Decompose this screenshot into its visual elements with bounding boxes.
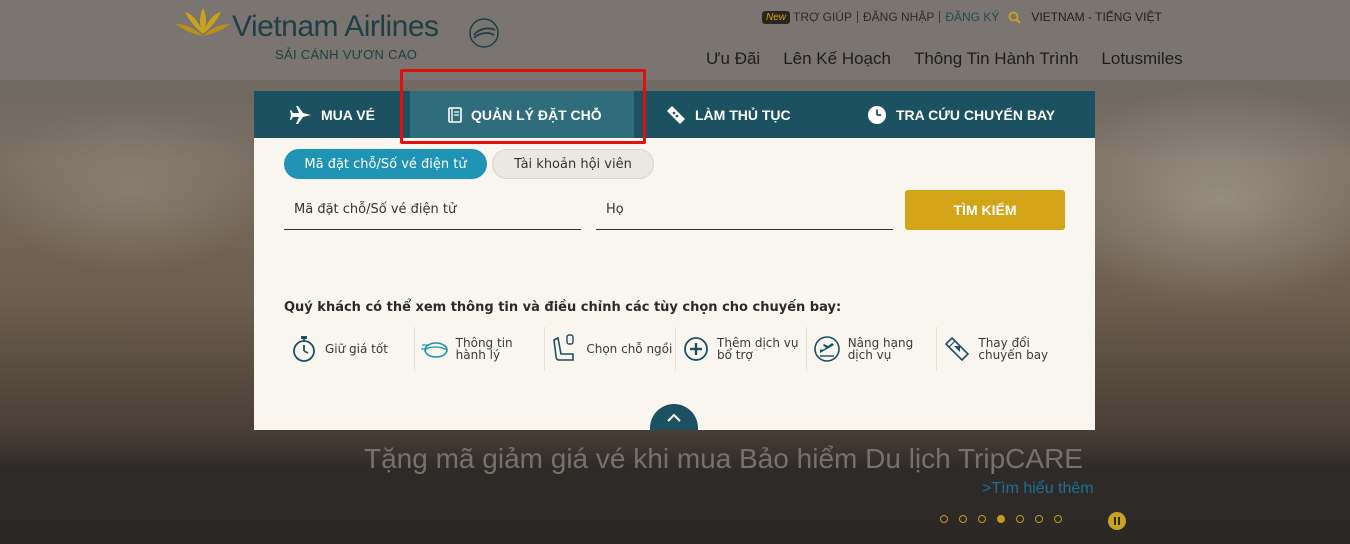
carousel-dot[interactable] [1054, 515, 1062, 523]
option-upgrade[interactable]: Nâng hạng dịch vụ [807, 327, 938, 371]
last-name-input[interactable]: Họ [596, 194, 893, 230]
option-label: Thông tin hành lý [455, 336, 513, 362]
tab-check-in[interactable]: LÀM THỦ TỤC [634, 91, 825, 138]
subtab-booking-code[interactable]: Mã đặt chỗ/Số vé điện tử [284, 149, 487, 179]
booking-widget: MUA VÉ QUẢN LÝ ĐẶT CHỖ LÀM THỦ TỤC TRA C… [254, 91, 1095, 430]
nav-item-plan[interactable]: Lên Kế Hoạch [783, 49, 891, 69]
booking-code-input[interactable]: Mã đặt chỗ/Số vé điện tử [284, 194, 581, 230]
tab-label: MUA VÉ [321, 106, 375, 123]
main-nav: Ưu Đãi Lên Kế Hoạch Thông Tin Hành Trình… [706, 49, 1183, 69]
options-heading: Quý khách có thể xem thông tin và điều c… [284, 300, 842, 315]
carousel-dot[interactable] [1035, 515, 1043, 523]
help-link[interactable]: TRỢ GIÚP [793, 10, 852, 24]
carousel-dot[interactable] [940, 515, 948, 523]
option-baggage-info[interactable]: Thông tin hành lý [415, 327, 546, 371]
nav-item-lotusmiles[interactable]: Lotusmiles [1101, 49, 1182, 69]
language-selector[interactable]: VIETNAM - TIẾNG VIỆT [1031, 10, 1161, 24]
carousel-pause-button[interactable] [1108, 512, 1126, 530]
nav-item-travel-info[interactable]: Thông Tin Hành Trình [914, 49, 1078, 69]
option-add-services[interactable]: Thêm dịch vụ bổ trợ [676, 327, 807, 371]
tab-flight-status[interactable]: TRA CỨU CHUYẾN BAY [825, 91, 1095, 138]
banner-title: Tặng mã giảm giá vé khi mua Bảo hiểm Du … [364, 443, 1083, 474]
carousel-dot[interactable] [997, 515, 1005, 523]
option-seat-selection[interactable]: Chọn chỗ ngồi [545, 327, 677, 371]
tab-label: TRA CỨU CHUYẾN BAY [896, 106, 1056, 123]
lotus-logo-icon [176, 8, 230, 36]
logo-text: Vietnam Airlines [232, 10, 439, 43]
search-button[interactable]: TÌM KIẾM [905, 190, 1065, 230]
option-label: Thay đổi chuyến bay [978, 336, 1049, 362]
learn-more-link[interactable]: >Tìm hiểu thêm [982, 480, 1094, 498]
seat-icon [550, 334, 580, 364]
change-ticket-icon [942, 335, 972, 363]
nav-item-offers[interactable]: Ưu Đãi [706, 49, 760, 69]
option-label: Nâng hạng dịch vụ [847, 336, 914, 362]
search-icon[interactable] [1008, 11, 1022, 24]
login-link[interactable]: ĐĂNG NHẬP [863, 10, 934, 24]
carousel-dot[interactable] [959, 515, 967, 523]
carousel-dot[interactable] [978, 515, 986, 523]
booking-options: Giữ giá tốt Thông tin hành lý Chọn chỗ n… [284, 327, 1068, 371]
stopwatch-icon [289, 335, 319, 363]
utility-links: New TRỢ GIÚP ĐĂNG NHẬP ĐĂNG KÝ VIETNAM -… [762, 8, 1162, 26]
chevron-up-icon [667, 413, 681, 422]
site-header: Vietnam Airlines SẢI CÁNH VƯƠN CAO New T… [0, 0, 1350, 80]
option-label: Giữ giá tốt [325, 342, 388, 356]
option-label: Chọn chỗ ngồi [586, 342, 673, 356]
option-change-flight[interactable]: Thay đổi chuyến bay [937, 327, 1068, 371]
booking-tabs: MUA VÉ QUẢN LÝ ĐẶT CHỖ LÀM THỦ TỤC TRA C… [254, 91, 1095, 138]
subtab-member-account[interactable]: Tài khoản hội viên [492, 149, 654, 179]
baggage-icon [420, 337, 450, 361]
skyteam-icon [469, 18, 499, 48]
carousel-dot[interactable] [1016, 515, 1024, 523]
pause-icon-bar [1114, 517, 1116, 525]
option-hold-fare[interactable]: Giữ giá tốt [284, 327, 415, 371]
divider [856, 11, 858, 23]
plus-circle-icon [681, 336, 711, 362]
carousel-dots [940, 515, 1073, 523]
divider [939, 11, 941, 23]
lookup-method-toggle: Mã đặt chỗ/Số vé điện tử Tài khoản hội v… [284, 149, 654, 179]
pause-icon-bar [1118, 517, 1120, 525]
tab-buy-ticket[interactable]: MUA VÉ [254, 91, 410, 138]
ticket-icon [666, 105, 686, 125]
tab-label: LÀM THỦ TỤC [695, 106, 791, 123]
plane-icon [290, 105, 312, 124]
collapse-widget-button[interactable] [650, 404, 698, 430]
option-label: Thêm dịch vụ bổ trợ [717, 336, 799, 362]
upgrade-icon [812, 335, 842, 363]
new-badge: New [762, 10, 791, 24]
logo-tagline: SẢI CÁNH VƯƠN CAO [275, 47, 418, 62]
highlight-annotation [400, 69, 646, 144]
clock-icon [867, 105, 887, 125]
register-link[interactable]: ĐĂNG KÝ [945, 10, 999, 24]
vietnam-airlines-logo[interactable]: Vietnam Airlines SẢI CÁNH VƯƠN CAO [175, 4, 505, 64]
